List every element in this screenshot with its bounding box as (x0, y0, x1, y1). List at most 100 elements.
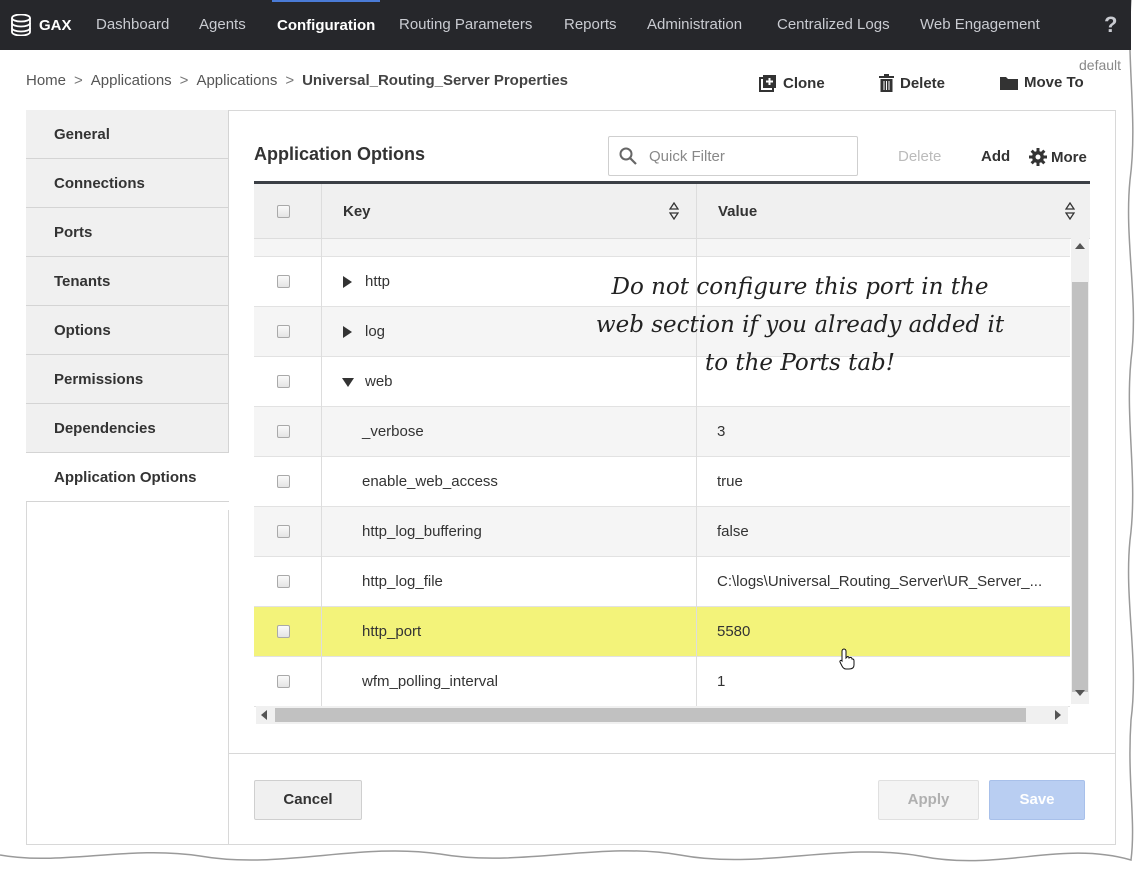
row-checkbox[interactable] (277, 375, 290, 388)
top-nav: GAX Dashboard Agents Configuration Routi… (0, 0, 1131, 50)
column-divider (696, 407, 697, 457)
breadcrumb-separator: > (179, 72, 189, 89)
breadcrumb-separator: > (74, 72, 83, 89)
select-all-checkbox[interactable] (277, 205, 290, 218)
delete-option-button[interactable]: Delete (898, 148, 941, 165)
table-row[interactable]: http_port 5580 (254, 607, 1070, 657)
nav-reports[interactable]: Reports (564, 0, 617, 50)
search-icon (619, 147, 637, 165)
clone-button[interactable]: Clone (759, 74, 825, 92)
clone-label: Clone (783, 74, 825, 92)
scroll-left-icon[interactable] (261, 710, 267, 720)
move-to-button[interactable]: Move To (1000, 74, 1084, 91)
sidebar-item-dependencies[interactable]: Dependencies (26, 404, 229, 453)
nav-web-engagement[interactable]: Web Engagement (920, 0, 1040, 50)
option-key: _verbose (362, 423, 424, 440)
sidebar: General Connections Ports Tenants Option… (26, 110, 229, 502)
row-checkbox[interactable] (277, 675, 290, 688)
column-divider (696, 657, 697, 707)
sidebar-divider (228, 510, 229, 845)
breadcrumb-current: Universal_Routing_Server Properties (302, 72, 569, 89)
expand-arrow-icon[interactable] (343, 276, 352, 288)
database-icon (11, 14, 31, 36)
delete-label: Delete (900, 74, 946, 92)
more-button[interactable]: More (1029, 148, 1087, 166)
quick-filter (608, 136, 858, 176)
table-row[interactable]: http_log_file C:\logs\Universal_Routing_S… (254, 557, 1070, 607)
column-value[interactable]: Value (718, 184, 757, 239)
horizontal-scrollbar[interactable] (256, 706, 1068, 724)
vertical-scrollbar[interactable] (1071, 236, 1089, 704)
sidebar-item-permissions[interactable]: Permissions (26, 355, 229, 404)
option-key: wfm_polling_interval (362, 673, 498, 690)
option-value: true (717, 473, 743, 490)
folder-icon (1000, 77, 1018, 90)
section-key: http (365, 273, 391, 290)
scroll-up-icon[interactable] (1075, 243, 1085, 249)
row-checkbox[interactable] (277, 525, 290, 538)
row-checkbox[interactable] (277, 425, 290, 438)
more-label: More (1051, 148, 1087, 166)
options-table: Key Value http log web _verbose 3 enable_web_… (254, 181, 1090, 727)
cancel-button[interactable]: Cancel (254, 780, 362, 820)
sidebar-item-ports[interactable]: Ports (26, 208, 229, 257)
row-checkbox[interactable] (277, 625, 290, 638)
delete-object-button[interactable]: Delete (879, 74, 945, 92)
scroll-right-icon[interactable] (1055, 710, 1061, 720)
sidebar-item-options[interactable]: Options (26, 306, 229, 355)
nav-configuration[interactable]: Configuration (272, 0, 381, 50)
sidebar-item-general[interactable]: General (26, 110, 229, 159)
footer-divider (229, 753, 1116, 754)
table-row[interactable]: http_log_buffering false (254, 507, 1070, 557)
row-checkbox[interactable] (277, 325, 290, 338)
nav-centralized-logs[interactable]: Centralized Logs (777, 0, 890, 50)
annotation-note: Do not configure this port in the web se… (595, 274, 1005, 376)
nav-agents[interactable]: Agents (199, 0, 246, 50)
table-row[interactable]: wfm_polling_interval 1 (254, 657, 1070, 707)
vertical-scroll-thumb[interactable] (1072, 282, 1088, 692)
tenant-tag: default (1079, 57, 1122, 73)
add-option-button[interactable]: Add (981, 148, 1010, 165)
breadcrumb-home[interactable]: Home (26, 72, 66, 89)
expand-arrow-icon[interactable] (343, 326, 352, 338)
column-divider (321, 184, 322, 239)
table-row[interactable]: enable_web_access true (254, 457, 1070, 507)
column-divider (696, 184, 697, 239)
nav-routing-parameters[interactable]: Routing Parameters (399, 0, 532, 50)
sidebar-item-connections[interactable]: Connections (26, 159, 229, 208)
row-checkbox[interactable] (277, 575, 290, 588)
save-button[interactable]: Save (989, 780, 1085, 820)
column-divider (321, 257, 322, 307)
brand[interactable]: GAX (11, 14, 72, 36)
option-key: http_port (362, 623, 422, 640)
scroll-down-icon[interactable] (1075, 690, 1085, 696)
table-header: Key Value (254, 184, 1090, 239)
horizontal-scroll-thumb[interactable] (275, 708, 1026, 722)
table-row[interactable]: _verbose 3 (254, 407, 1070, 457)
collapse-arrow-icon[interactable] (342, 378, 354, 387)
column-key[interactable]: Key (343, 184, 371, 239)
option-value: 1 (717, 673, 726, 690)
option-key: http_log_buffering (362, 523, 482, 540)
nav-administration[interactable]: Administration (647, 0, 742, 50)
row-checkbox[interactable] (277, 475, 290, 488)
column-divider (321, 357, 322, 407)
help-icon[interactable]: ? (1104, 12, 1117, 38)
breadcrumb: Home > Applications > Applications > Universal… (26, 72, 568, 89)
gear-icon (1029, 148, 1047, 166)
sidebar-item-application-options[interactable]: Application Options (26, 453, 229, 502)
breadcrumb-applications[interactable]: Applications (91, 72, 172, 89)
section-title: Application Options (254, 144, 425, 164)
option-key: enable_web_access (362, 473, 498, 490)
nav-dashboard[interactable]: Dashboard (96, 0, 169, 50)
table-row-partial (254, 239, 1070, 257)
column-divider (321, 507, 322, 557)
column-divider (321, 307, 322, 357)
row-checkbox[interactable] (277, 275, 290, 288)
breadcrumb-applications-folder[interactable]: Applications (196, 72, 277, 89)
column-divider (696, 457, 697, 507)
apply-button[interactable]: Apply (878, 780, 979, 820)
sidebar-item-tenants[interactable]: Tenants (26, 257, 229, 306)
quick-filter-input[interactable] (647, 146, 841, 166)
move-to-label: Move To (1024, 74, 1084, 91)
